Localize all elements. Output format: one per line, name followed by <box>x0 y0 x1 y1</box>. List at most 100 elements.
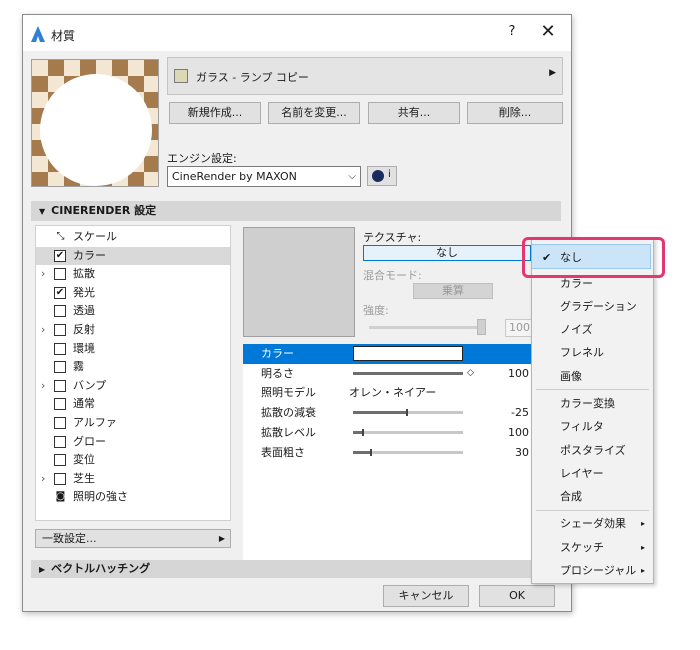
vector-hatching-title: ベクトルハッチング <box>51 562 151 575</box>
delete-button[interactable]: 削除... <box>467 102 563 124</box>
slider-marker[interactable] <box>361 428 364 436</box>
help-button[interactable]: ? <box>503 24 521 42</box>
menu-item[interactable]: フレネル <box>532 342 653 364</box>
menu-item[interactable]: プロシージャル ▸ <box>532 560 653 582</box>
chevron-right-icon: ▶ <box>218 534 225 543</box>
rename-button[interactable]: 名前を変更... <box>268 102 360 124</box>
property-value[interactable]: -25 <box>511 403 529 422</box>
expand-chevron-icon[interactable]: › <box>41 470 45 488</box>
intensity-slider[interactable] <box>369 326 483 329</box>
engine-select[interactable]: CineRender by MAXON ⌵ <box>167 166 361 187</box>
ok-button[interactable]: OK <box>479 585 555 607</box>
color-swatch[interactable] <box>353 346 463 361</box>
menu-item[interactable]: ポスタライズ <box>532 440 653 462</box>
property-slider[interactable] <box>353 371 463 375</box>
property-slider[interactable] <box>353 409 463 417</box>
channel-checkbox[interactable] <box>54 361 66 374</box>
slider-handle-icon[interactable]: ◇ <box>467 364 474 383</box>
channel-item[interactable]: ⤡ スケール <box>36 228 230 247</box>
slider-marker[interactable] <box>405 409 408 417</box>
channel-checkbox[interactable] <box>54 472 66 485</box>
channel-checkbox[interactable] <box>54 398 66 411</box>
property-table: カラー 明るさ ◇ 100 照明モデル オレン・ネイアー 拡散の減衰 -25 拡散レベル 100 表… <box>243 344 559 562</box>
material-name: ガラス - ランプ コピー <box>196 71 309 84</box>
new-button[interactable]: 新規作成... <box>169 102 261 124</box>
expand-chevron-icon[interactable]: › <box>41 321 45 339</box>
channel-checkbox[interactable] <box>54 268 66 281</box>
cinerender-section-header[interactable]: ▼ CINERENDER 設定 <box>31 201 561 221</box>
submenu-arrow-icon: ▸ <box>640 543 645 552</box>
texture-dropdown-menu: ✔ なし カラー グラデーション ノイズ フレネル 画像 カラー変換 フィルタ ポスタライズ レイヤ… <box>531 237 654 584</box>
archicad-icon <box>31 26 45 42</box>
channel-item[interactable]: 環境 <box>36 340 230 359</box>
channel-item[interactable]: ✔ カラー <box>36 246 230 266</box>
close-button[interactable]: ✕ <box>537 22 559 44</box>
channel-item[interactable]: › バンプ <box>36 377 230 396</box>
channel-checkbox[interactable]: ✔ <box>54 249 66 262</box>
expand-arrow-icon: ▶ <box>39 565 46 574</box>
channel-label: カラー <box>73 248 106 262</box>
channel-checkbox[interactable] <box>54 324 66 336</box>
engine-info-button[interactable]: i <box>367 166 397 186</box>
property-value[interactable]: 100 <box>508 364 529 383</box>
engine-label: エンジン設定: <box>167 152 237 165</box>
share-button[interactable]: 共有... <box>368 102 460 124</box>
property-value[interactable]: 100 <box>508 423 529 442</box>
property-name: 照明モデル <box>261 386 316 400</box>
vector-hatching-header[interactable]: ▶ ベクトルハッチング <box>31 560 561 578</box>
menu-item[interactable]: レイヤー <box>532 463 653 485</box>
property-row[interactable]: 表面粗さ 30 <box>243 443 559 463</box>
menu-item[interactable]: 合成 <box>532 486 653 508</box>
menu-item[interactable]: スケッチ ▸ <box>532 537 653 559</box>
channel-label: バンプ <box>73 378 107 392</box>
menu-item[interactable]: フィルタ <box>532 416 653 438</box>
engine-value: CineRender by MAXON <box>172 170 297 183</box>
channel-checkbox[interactable] <box>54 379 66 392</box>
blend-mode-button[interactable]: 乗算 <box>413 283 493 299</box>
channel-checkbox[interactable]: ✔ <box>54 286 66 299</box>
expand-chevron-icon[interactable]: › <box>41 265 45 283</box>
channel-checkbox[interactable] <box>54 417 66 429</box>
channel-checkbox[interactable] <box>54 435 66 448</box>
menu-item[interactable]: 画像 <box>532 366 653 388</box>
channel-checkbox[interactable] <box>54 454 66 467</box>
intensity-slider-handle[interactable] <box>477 319 486 335</box>
property-row[interactable]: 照明モデル オレン・ネイアー <box>243 383 559 403</box>
menu-item-label: スケッチ <box>560 541 604 554</box>
menu-item[interactable]: グラデーション <box>532 296 653 318</box>
texture-select-button[interactable]: なし <box>363 245 531 261</box>
expand-chevron-icon[interactable]: › <box>41 377 45 395</box>
match-settings-button[interactable]: 一致設定... ▶ <box>35 529 231 548</box>
channel-item[interactable]: 通常 <box>36 395 230 414</box>
intensity-label: 強度: <box>363 304 389 317</box>
channel-item[interactable]: 霧 <box>36 358 230 377</box>
property-row[interactable]: 拡散レベル 100 <box>243 423 559 443</box>
channel-item[interactable]: 透過 <box>36 302 230 321</box>
slider-marker[interactable] <box>369 448 372 456</box>
cancel-button[interactable]: キャンセル <box>383 585 469 607</box>
material-selector[interactable]: ガラス - ランプ コピー ▶ <box>167 57 563 95</box>
property-row[interactable]: カラー <box>243 344 559 364</box>
property-slider[interactable] <box>353 428 463 436</box>
property-value[interactable]: 30 <box>515 443 529 462</box>
menu-item[interactable]: カラー変換 <box>532 393 653 415</box>
channel-item[interactable]: アルファ <box>36 414 230 433</box>
property-value[interactable]: オレン・ネイアー <box>349 383 436 402</box>
menu-item[interactable]: ノイズ <box>532 319 653 341</box>
channel-item[interactable]: › 反射 <box>36 321 230 340</box>
channel-item[interactable]: グロー <box>36 433 230 452</box>
channel-item[interactable]: › 芝生 <box>36 470 230 489</box>
channel-item[interactable]: ◙ 照明の強さ <box>36 488 230 507</box>
section-title: CINERENDER 設定 <box>51 204 157 217</box>
channel-item[interactable]: ✔ 発光 <box>36 284 230 303</box>
property-row[interactable]: 拡散の減衰 -25 <box>243 403 559 423</box>
channel-item[interactable]: › 拡散 <box>36 265 230 284</box>
property-slider[interactable] <box>353 448 463 456</box>
channel-checkbox[interactable] <box>54 305 66 318</box>
match-settings-label: 一致設定... <box>42 532 97 545</box>
channel-item[interactable]: 変位 <box>36 451 230 470</box>
menu-item[interactable]: シェーダ効果 ▸ <box>532 513 653 535</box>
channel-checkbox[interactable] <box>54 342 66 355</box>
material-swatch <box>174 69 188 83</box>
property-row[interactable]: 明るさ ◇ 100 <box>243 364 559 384</box>
